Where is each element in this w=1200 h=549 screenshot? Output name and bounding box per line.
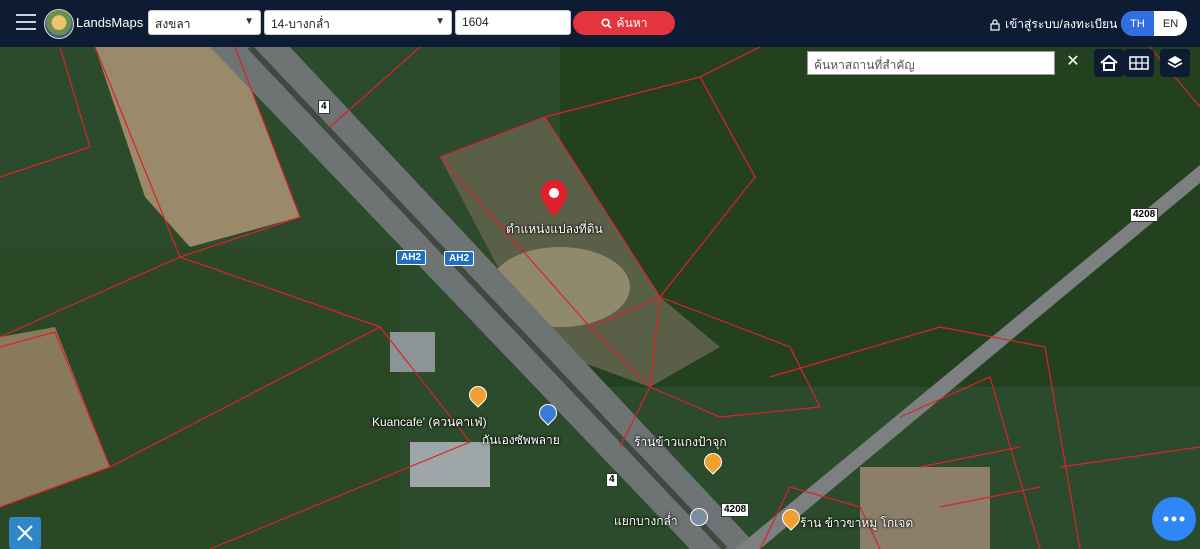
layers-button[interactable] — [1160, 49, 1190, 77]
grid-icon — [1129, 56, 1149, 70]
road-shield-4: 4 — [606, 473, 618, 487]
map-pin-icon[interactable] — [540, 179, 568, 217]
parcel-number-input[interactable]: 1604 — [455, 10, 571, 35]
route-ah2-badge: AH2 — [396, 250, 427, 265]
login-link[interactable]: เข้าสู่ระบบ/ลงทะเบียน — [990, 15, 1117, 34]
lang-en-button[interactable]: EN — [1154, 11, 1187, 36]
poi-restaurant-1[interactable]: ร้านข้าวแกงป้าจุก — [634, 433, 727, 452]
measure-tool-button[interactable] — [9, 517, 41, 549]
road-shield-4: 4 — [318, 100, 330, 114]
poi-pharmacy[interactable]: กันเองซัพพลาย — [482, 431, 560, 450]
poi-kuancafe[interactable]: Kuancafe' (ควนคาเฟ่) — [372, 413, 487, 432]
lang-th-button[interactable]: TH — [1121, 11, 1154, 36]
district-select-value: 14-บางกล่ำ — [271, 17, 330, 31]
satellite-imagery — [0, 47, 1200, 549]
login-label: เข้าสู่ระบบ/ลงทะเบียน — [1005, 17, 1118, 31]
top-bar: LandsMaps สงขลา ▼ 14-บางกล่ำ ▼ 1604 ค้นห… — [0, 0, 1200, 47]
search-icon — [601, 17, 612, 29]
map-view[interactable]: 4 4 4208 4208 AH2 AH2 ตำแหน่งแปลงที่ดิน … — [0, 47, 1200, 549]
route-ah2-badge: AH2 — [444, 251, 475, 266]
layers-icon — [1167, 56, 1183, 68]
brand-name: LandsMaps — [76, 15, 144, 30]
lock-icon — [990, 18, 1000, 31]
ruler-tool-icon — [17, 525, 33, 541]
close-icon[interactable]: ✕ — [1061, 51, 1085, 73]
grid-button[interactable] — [1124, 49, 1154, 77]
chat-button[interactable] — [1152, 497, 1196, 541]
place-search-input[interactable]: ค้นหาสถานที่สำคัญ — [807, 51, 1055, 75]
province-select-value: สงขลา — [155, 17, 191, 31]
chevron-down-icon: ▼ — [435, 16, 445, 27]
logo-icon[interactable] — [44, 9, 74, 39]
chat-icon — [1163, 516, 1185, 522]
search-button[interactable]: ค้นหา — [573, 11, 675, 35]
home-button[interactable] — [1094, 49, 1124, 77]
poi-junction[interactable]: แยกบางกล่ำ — [614, 512, 678, 531]
chevron-down-icon: ▼ — [244, 16, 254, 27]
search-button-label: ค้นหา — [616, 15, 648, 30]
landmark-icon[interactable] — [690, 508, 708, 526]
hamburger-icon[interactable] — [16, 14, 36, 32]
home-icon — [1100, 55, 1118, 71]
poi-restaurant-2[interactable]: ร้าน ข้าวขาหมู โกเจต — [800, 514, 913, 533]
province-select[interactable]: สงขลา ▼ — [148, 10, 261, 35]
road-shield-4208: 4208 — [721, 503, 750, 517]
road-shield-4208: 4208 — [1130, 208, 1159, 222]
language-toggle: TH EN — [1121, 11, 1187, 36]
district-select[interactable]: 14-บางกล่ำ ▼ — [264, 10, 452, 35]
parcel-pin-label: ตำแหน่งแปลงที่ดิน — [506, 222, 603, 236]
